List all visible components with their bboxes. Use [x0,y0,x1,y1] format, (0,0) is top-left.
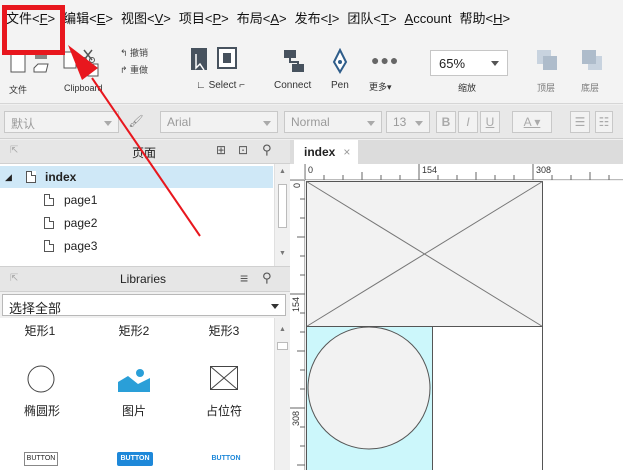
arrow-annotation [68,45,201,237]
